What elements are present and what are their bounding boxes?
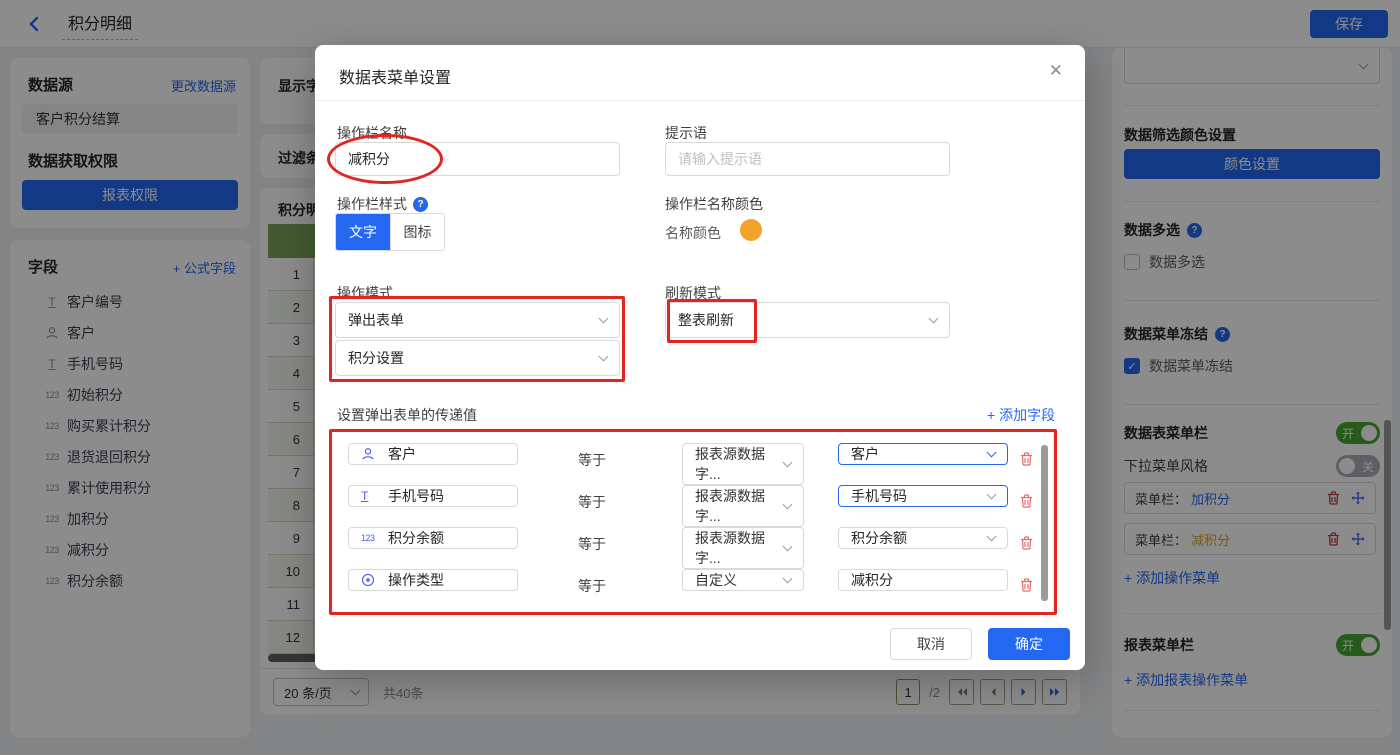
transfer-operator: 等于 [578,452,606,468]
transfer-source-select[interactable]: 报表源数据字... [682,485,804,527]
transfer-value: 手机号码 [851,488,907,504]
confirm-button[interactable]: 确定 [988,628,1070,660]
radio-icon [361,573,381,587]
delete-icon[interactable] [1020,452,1033,466]
transfer-values-title: 设置弹出表单的传递值 [337,407,477,423]
bar-name-label: 操作栏名称 [337,125,407,141]
transfer-field-label: 手机号码 [388,488,444,504]
transfer-source-value: 报表源数据字... [695,446,765,482]
refresh-mode-label: 刷新模式 [665,285,721,301]
bar-style-label: 操作栏样式 ? [337,194,428,214]
tip-input[interactable]: 请输入提示语 [665,142,950,176]
chevron-down-icon [598,351,609,362]
transfer-field-label: 积分余额 [388,530,444,546]
bar-style-segmented: 文字 图标 [335,213,445,251]
transfer-source-select[interactable]: 自定义 [682,569,804,591]
name-color-label: 名称颜色 [665,225,721,241]
transfer-source-value: 自定义 [695,572,737,588]
refresh-mode-select[interactable]: 整表刷新 [665,302,950,338]
tip-label: 提示语 [665,125,707,141]
chevron-down-icon [782,457,793,468]
person-icon [361,447,381,461]
transfer-field-label: 客户 [388,446,416,462]
transfer-source-select[interactable]: 报表源数据字... [682,527,804,569]
transfer-source-value: 报表源数据字... [695,530,765,566]
transfer-scrollbar[interactable] [1041,445,1048,601]
name-color-title: 操作栏名称颜色 [665,196,763,212]
transfer-value-select[interactable]: 积分余额 [838,527,1008,549]
transfer-row: T 手机号码 等于 报表源数据字... 手机号码 [332,485,1053,527]
transfer-source-value: 报表源数据字... [695,488,765,524]
add-field-link[interactable]: + 添加字段 [987,405,1055,425]
refresh-mode-value: 整表刷新 [678,312,734,328]
chevron-down-icon [782,499,793,510]
transfer-field-label: 操作类型 [388,572,444,588]
cancel-button[interactable]: 取消 [890,628,972,660]
number-icon: 123 [361,533,375,543]
delete-icon[interactable] [1020,578,1033,592]
transfer-field[interactable]: 客户 [348,443,518,465]
transfer-field[interactable]: 操作类型 [348,569,518,591]
transfer-value: 积分余额 [851,530,907,546]
transfer-field[interactable]: 123 积分余额 [348,527,518,549]
transfer-values-list: 客户 等于 报表源数据字... 客户 T 手机号码 等于 报表源数据字... 手… [331,430,1054,613]
transfer-operator: 等于 [578,494,606,510]
op-mode-value: 弹出表单 [348,312,404,328]
bar-style-label-text: 操作栏样式 [337,196,407,212]
text-icon: T [361,489,369,503]
delete-icon[interactable] [1020,536,1033,550]
close-icon[interactable]: ✕ [1049,61,1063,81]
chevron-down-icon [986,489,997,500]
op-mode-label: 操作模式 [337,285,393,301]
chevron-down-icon [928,313,939,324]
transfer-source-select[interactable]: 报表源数据字... [682,443,804,485]
chevron-down-icon [782,573,793,584]
tip-placeholder: 请输入提示语 [678,151,762,167]
transfer-field[interactable]: T 手机号码 [348,485,518,507]
dialog-title: 数据表菜单设置 [339,70,452,87]
chevron-down-icon [986,447,997,458]
transfer-row: 客户 等于 报表源数据字... 客户 [332,443,1053,485]
chevron-down-icon [598,313,609,324]
style-option-icon[interactable]: 图标 [390,214,444,250]
transfer-value-input[interactable]: 减积分 [838,569,1008,591]
table-menu-settings-dialog: 数据表菜单设置 ✕ 操作栏名称 减积分 提示语 请输入提示语 操作栏样式 ? 文… [315,45,1085,670]
bar-name-value: 减积分 [348,151,390,167]
transfer-operator: 等于 [578,578,606,594]
dialog-header: 数据表菜单设置 ✕ [315,45,1085,101]
chevron-down-icon [986,531,997,542]
name-color-swatch[interactable] [740,219,762,241]
chevron-down-icon [782,541,793,552]
question-icon[interactable]: ? [413,196,428,212]
transfer-value: 减积分 [851,572,893,588]
transfer-operator: 等于 [578,536,606,552]
op-mode-target-select[interactable]: 积分设置 [335,340,620,376]
transfer-row: 123 积分余额 等于 报表源数据字... 积分余额 [332,527,1053,569]
bar-name-input[interactable]: 减积分 [335,142,620,176]
transfer-value-select[interactable]: 手机号码 [838,485,1008,507]
transfer-value: 客户 [851,446,879,462]
transfer-value-select[interactable]: 客户 [838,443,1008,465]
style-option-text[interactable]: 文字 [336,214,390,250]
op-mode-target-value: 积分设置 [348,350,404,366]
transfer-row: 操作类型 等于 自定义 减积分 [332,569,1053,603]
op-mode-select[interactable]: 弹出表单 [335,302,620,338]
delete-icon[interactable] [1020,494,1033,508]
